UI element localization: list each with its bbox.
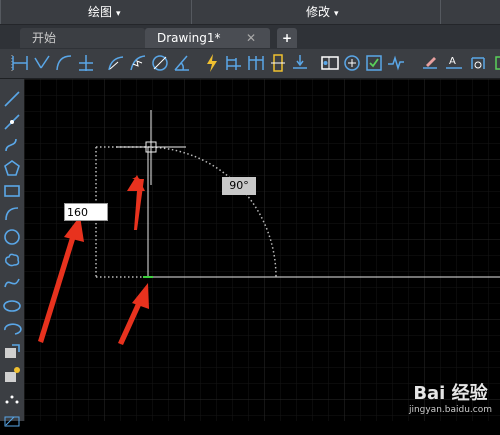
arc-icon[interactable] [2, 204, 22, 224]
polygon-icon[interactable] [2, 158, 22, 178]
revision-cloud-icon[interactable] [2, 250, 22, 270]
menu-modify[interactable]: 修改 ▾ [306, 0, 339, 24]
menu-separator [191, 0, 192, 24]
menu-separator [0, 0, 1, 24]
watermark-brand: Bai 经验 [413, 383, 488, 404]
angle-tooltip: 90° [222, 177, 256, 195]
menu-draw-label: 绘图 [88, 5, 113, 19]
radius-dimension-icon[interactable] [106, 52, 126, 74]
menu-modify-label: 修改 [306, 5, 331, 19]
tab-drawing1-label: Drawing1* [157, 31, 221, 45]
watermark-url: jingyan.baidu.com [408, 405, 492, 415]
document-tab-bar: 开始 Drawing1* ✕ + [0, 25, 500, 49]
watermark: Bai 经验 jingyan.baidu.com [409, 379, 492, 415]
dimension-toolbar: A [0, 49, 500, 79]
hatch-icon[interactable] [2, 411, 22, 427]
dimension-edit-icon[interactable] [420, 52, 440, 74]
close-icon[interactable]: ✕ [246, 28, 256, 48]
insert-block-icon[interactable] [2, 342, 22, 362]
toolbar-grip[interactable] [2, 52, 13, 74]
drawing-canvas[interactable]: 160 90° Bai 经验 jingyan.baidu.com [24, 79, 500, 421]
make-block-icon[interactable] [2, 365, 22, 385]
jogged-linear-icon[interactable] [386, 52, 406, 74]
chevron-down-icon: ▾ [334, 9, 339, 19]
draw-toolbar [0, 79, 24, 427]
inspection-icon[interactable] [364, 52, 384, 74]
line-icon[interactable] [2, 89, 22, 109]
circle-icon[interactable] [2, 227, 22, 247]
canvas-grid [24, 79, 500, 421]
quick-dimension-icon[interactable] [202, 52, 222, 74]
rectangle-icon[interactable] [2, 181, 22, 201]
ellipse-arc-icon[interactable] [2, 319, 22, 339]
tab-start-label: 开始 [32, 31, 57, 45]
diameter-dimension-icon[interactable] [150, 52, 170, 74]
dimension-break-icon[interactable] [290, 52, 310, 74]
aligned-dimension-icon[interactable] [32, 52, 52, 74]
dynamic-input-field[interactable]: 160 [64, 203, 108, 221]
dimension-text-edit-icon[interactable]: A [444, 52, 464, 74]
jogged-dimension-icon[interactable] [128, 52, 148, 74]
plus-icon: + [281, 31, 293, 45]
point-icon[interactable] [2, 388, 22, 408]
arc-length-icon[interactable] [54, 52, 74, 74]
tab-drawing1[interactable]: Drawing1* ✕ [145, 28, 270, 48]
continue-dimension-icon[interactable] [246, 52, 266, 74]
ellipse-icon[interactable] [2, 296, 22, 316]
spline-icon[interactable] [2, 273, 22, 293]
tolerance-icon[interactable] [320, 52, 340, 74]
construction-line-icon[interactable] [2, 112, 22, 132]
style-selector-icon[interactable] [490, 52, 500, 74]
new-tab-button[interactable]: + [277, 28, 297, 48]
menu-separator [440, 0, 441, 24]
menu-draw[interactable]: 绘图 ▾ [88, 0, 121, 24]
center-mark-icon[interactable] [342, 52, 362, 74]
dimension-update-icon[interactable] [468, 52, 488, 74]
baseline-dimension-icon[interactable] [224, 52, 244, 74]
ordinate-dimension-icon[interactable] [76, 52, 96, 74]
svg-text:A: A [449, 56, 456, 67]
linear-dimension-icon[interactable] [10, 52, 30, 74]
chevron-down-icon: ▾ [116, 9, 121, 19]
polyline-icon[interactable] [2, 135, 22, 155]
menu-bar: 绘图 ▾ 修改 ▾ [0, 0, 500, 25]
dimension-space-icon[interactable] [268, 52, 288, 74]
tab-start[interactable]: 开始 [20, 28, 145, 48]
angular-dimension-icon[interactable] [172, 52, 192, 74]
